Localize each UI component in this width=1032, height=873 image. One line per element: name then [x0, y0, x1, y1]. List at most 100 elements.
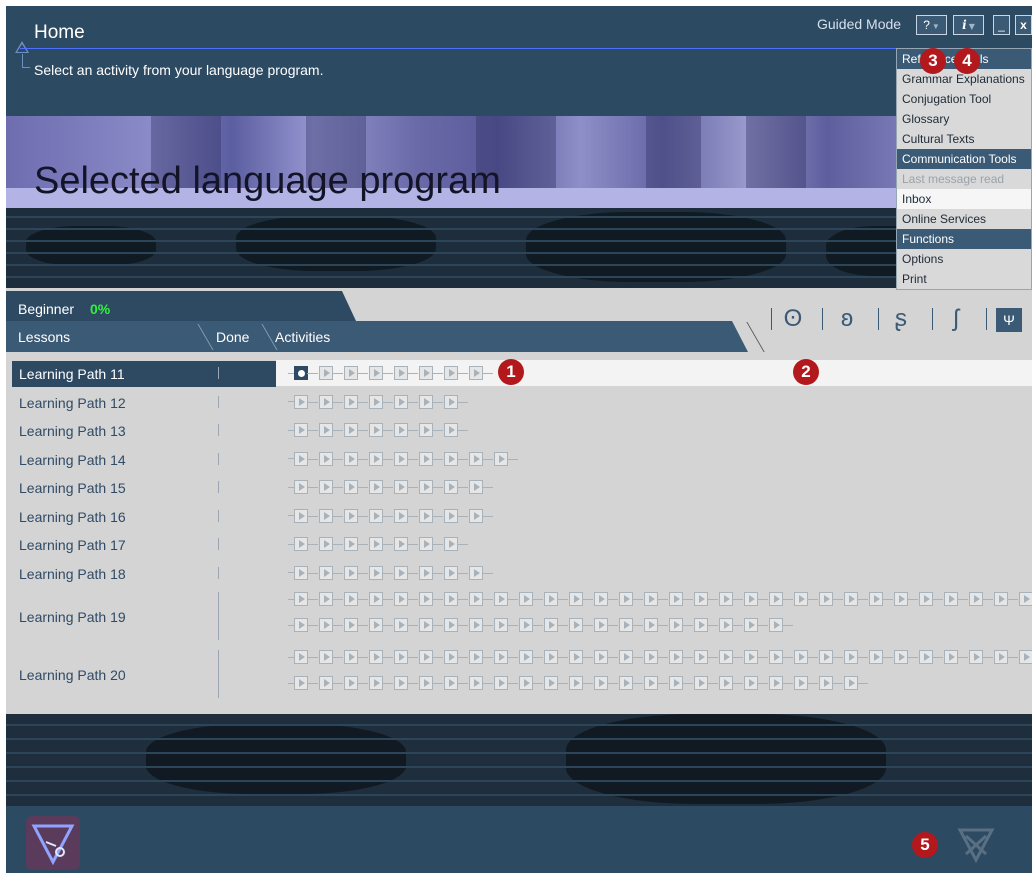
activity-play-icon[interactable]	[369, 423, 393, 437]
activity-play-icon[interactable]	[319, 592, 343, 606]
activity-play-icon[interactable]	[544, 650, 568, 664]
write-icon[interactable]: ʃ	[941, 304, 971, 334]
activity-play-icon[interactable]	[494, 618, 518, 632]
activity-play-icon[interactable]	[319, 451, 343, 466]
activity-play-icon[interactable]	[644, 592, 668, 606]
activity-play-icon[interactable]	[1019, 592, 1032, 606]
activity-play-icon[interactable]	[444, 366, 468, 380]
activity-play-icon[interactable]	[394, 618, 418, 632]
activity-play-icon[interactable]	[869, 650, 893, 664]
activity-play-icon[interactable]	[769, 618, 793, 632]
activity-play-icon[interactable]	[369, 508, 393, 523]
activity-play-icon[interactable]	[344, 423, 368, 437]
activity-play-icon[interactable]	[569, 676, 593, 690]
activity-play-icon[interactable]	[319, 618, 343, 632]
menu-item[interactable]: Print	[897, 269, 1031, 289]
menu-item[interactable]: Functions	[897, 229, 1031, 249]
activity-play-icon[interactable]	[794, 650, 818, 664]
activity-play-icon[interactable]	[719, 592, 743, 606]
activity-play-icon[interactable]	[669, 650, 693, 664]
activity-play-icon[interactable]	[344, 394, 368, 409]
activity-play-icon[interactable]	[294, 537, 318, 551]
lesson-name[interactable]: Learning Path 18	[12, 561, 276, 587]
activity-play-icon[interactable]	[1019, 650, 1032, 664]
activity-play-icon[interactable]	[419, 423, 443, 437]
activity-play-icon[interactable]	[569, 618, 593, 632]
activity-play-icon[interactable]	[344, 565, 368, 580]
lesson-row[interactable]: Learning Path 17	[12, 531, 1032, 560]
activity-play-icon[interactable]	[419, 676, 443, 690]
activity-play-icon[interactable]	[369, 480, 393, 494]
activity-play-icon[interactable]	[444, 394, 468, 409]
activity-play-icon[interactable]	[394, 451, 418, 466]
activity-play-icon[interactable]	[519, 618, 543, 632]
activity-play-icon[interactable]	[394, 423, 418, 437]
activity-play-icon[interactable]	[344, 592, 368, 606]
level-tab[interactable]: Beginner 0%	[6, 291, 356, 321]
activity-play-icon[interactable]	[294, 423, 318, 437]
activity-play-icon[interactable]	[319, 508, 343, 523]
activity-play-icon[interactable]	[319, 650, 343, 664]
activity-play-icon[interactable]	[419, 650, 443, 664]
activity-play-icon[interactable]	[369, 537, 393, 551]
activity-play-icon[interactable]	[994, 650, 1018, 664]
speak-icon[interactable]: ʚ	[832, 304, 862, 334]
menu-item[interactable]: Conjugation Tool	[897, 89, 1031, 109]
activity-play-icon[interactable]	[444, 451, 468, 466]
activity-play-icon[interactable]	[394, 366, 418, 380]
activity-play-icon[interactable]	[494, 676, 518, 690]
activity-play-icon[interactable]	[469, 480, 493, 494]
guided-mode-label[interactable]: Guided Mode	[817, 16, 901, 32]
activity-play-icon[interactable]	[544, 592, 568, 606]
activity-play-icon[interactable]	[819, 592, 843, 606]
lesson-name[interactable]: Learning Path 20	[12, 662, 276, 688]
exit-icon[interactable]	[956, 824, 996, 864]
lesson-name[interactable]: Learning Path 17	[12, 532, 276, 558]
activity-play-icon[interactable]	[369, 565, 393, 580]
activity-play-icon[interactable]	[419, 508, 443, 523]
help-button[interactable]: ? ▼	[916, 15, 947, 35]
activity-play-icon[interactable]	[794, 592, 818, 606]
menu-item[interactable]: Glossary	[897, 109, 1031, 129]
activity-play-icon[interactable]	[594, 592, 618, 606]
activity-play-icon[interactable]	[344, 508, 368, 523]
activity-play-icon[interactable]	[444, 423, 468, 437]
activity-play-icon[interactable]	[719, 618, 743, 632]
activity-play-icon[interactable]	[469, 565, 493, 580]
activity-play-icon[interactable]	[319, 565, 343, 580]
activity-play-icon[interactable]	[294, 480, 318, 494]
activity-play-icon[interactable]	[569, 650, 593, 664]
activity-play-icon[interactable]	[919, 592, 943, 606]
activity-play-icon[interactable]	[844, 676, 868, 690]
activity-play-icon[interactable]	[644, 650, 668, 664]
activity-play-icon[interactable]	[919, 650, 943, 664]
lesson-name[interactable]: Learning Path 16	[12, 504, 276, 530]
activity-play-icon[interactable]	[744, 650, 768, 664]
activity-play-icon[interactable]	[769, 650, 793, 664]
activity-play-icon[interactable]	[569, 592, 593, 606]
menu-item[interactable]: Options	[897, 249, 1031, 269]
lesson-name[interactable]: Learning Path 14	[12, 447, 276, 473]
app-logo-icon[interactable]	[26, 816, 80, 870]
lesson-row[interactable]: Learning Path 15	[12, 474, 1032, 503]
activity-play-icon[interactable]	[894, 650, 918, 664]
activity-play-icon[interactable]	[519, 650, 543, 664]
lesson-name[interactable]: Learning Path 15	[12, 475, 276, 501]
activity-play-icon[interactable]	[494, 592, 518, 606]
activity-play-icon[interactable]	[969, 650, 993, 664]
activity-play-icon[interactable]	[669, 676, 693, 690]
menu-item[interactable]: Online Services	[897, 209, 1031, 229]
activity-play-icon[interactable]	[844, 592, 868, 606]
activity-play-icon[interactable]	[369, 366, 393, 380]
activity-play-icon[interactable]	[944, 650, 968, 664]
lesson-row[interactable]: Learning Path 14	[12, 446, 1032, 475]
menu-item[interactable]: Communication Tools	[897, 149, 1031, 169]
activity-play-icon[interactable]	[669, 592, 693, 606]
activity-play-icon[interactable]	[744, 676, 768, 690]
activity-play-icon[interactable]	[394, 480, 418, 494]
activity-play-icon[interactable]	[669, 618, 693, 632]
activity-play-icon[interactable]	[494, 650, 518, 664]
activity-play-icon[interactable]	[419, 394, 443, 409]
activity-play-icon[interactable]	[344, 480, 368, 494]
activity-play-icon[interactable]	[444, 565, 468, 580]
